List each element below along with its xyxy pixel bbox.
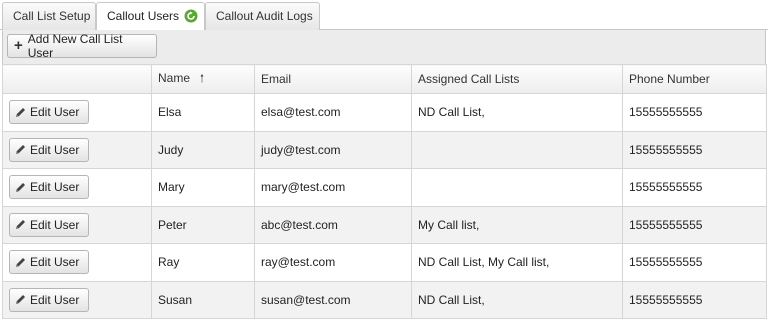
assigned-call-lists-cell: ND Call List, My Call list, xyxy=(411,243,623,282)
edit-user-label: Edit User xyxy=(30,180,80,195)
email-cell: elsa@test.com xyxy=(254,93,412,132)
column-header-phone-number[interactable]: Phone Number xyxy=(622,64,767,94)
edit-user-button[interactable]: Edit User xyxy=(9,287,89,312)
phone-number-cell: 15555555555 xyxy=(622,280,767,319)
assigned-call-lists-cell: ND Call List, xyxy=(411,93,623,132)
actions-cell: Edit User xyxy=(2,243,152,282)
actions-cell: Edit User xyxy=(2,280,152,319)
phone-number-cell: 15555555555 xyxy=(622,130,767,169)
email-cell: ray@test.com xyxy=(254,243,412,282)
sort-ascending-icon: 🠑 xyxy=(200,72,205,85)
name-cell: Ray xyxy=(151,243,255,282)
users-table: Name 🠑 Email Assigned Call Lists Phone Nu… xyxy=(2,64,767,319)
edit-user-label: Edit User xyxy=(30,105,80,120)
actions-cell: Edit User xyxy=(2,168,152,207)
add-new-call-list-user-button[interactable]: + Add New Call List User xyxy=(7,32,157,60)
name-cell: Susan xyxy=(151,280,255,319)
plus-icon: + xyxy=(14,37,23,54)
assigned-call-lists-cell: ND Call List, xyxy=(411,280,623,319)
assigned-call-lists-cell xyxy=(411,168,623,207)
column-header-assigned-call-lists[interactable]: Assigned Call Lists xyxy=(411,64,623,94)
phone-number-cell: 15555555555 xyxy=(622,205,767,244)
phone-number-cell: 15555555555 xyxy=(622,93,767,132)
add-button-label: Add New Call List User xyxy=(27,32,123,60)
tab-call-list-setup[interactable]: Call List Setup xyxy=(2,2,96,30)
table-row: Edit User Ray ray@test.com ND Call List, My… xyxy=(2,243,767,282)
name-cell: Peter xyxy=(151,205,255,244)
tab-label: Callout Audit Logs xyxy=(216,9,313,23)
tab-bar: Call List Setup Callout Users Callout Au… xyxy=(0,0,768,31)
table-row: Edit User Susan susan@test.com ND Call List… xyxy=(2,280,767,319)
pencil-icon xyxy=(16,145,25,155)
table-row: Edit User Mary mary@test.com 15555555555 xyxy=(2,168,767,207)
table-row: Edit User Judy judy@test.com 15555555555 xyxy=(2,130,767,169)
table-row: Edit User Peter abc@test.com My Call list, 1… xyxy=(2,205,767,244)
edit-user-label: Edit User xyxy=(30,255,80,270)
edit-user-button[interactable]: Edit User xyxy=(9,175,89,200)
column-header-email[interactable]: Email xyxy=(254,64,412,94)
name-cell: Mary xyxy=(151,168,255,207)
pencil-icon xyxy=(16,107,25,117)
phone-number-cell: 15555555555 xyxy=(622,243,767,282)
tab-callout-users[interactable]: Callout Users xyxy=(96,2,205,31)
edit-user-label: Edit User xyxy=(30,292,80,307)
assigned-call-lists-cell xyxy=(411,130,623,169)
edit-user-button[interactable]: Edit User xyxy=(9,137,89,162)
edit-user-button[interactable]: Edit User xyxy=(9,250,89,275)
email-cell: mary@test.com xyxy=(254,168,412,207)
tab-callout-audit-logs[interactable]: Callout Audit Logs xyxy=(205,2,320,30)
actions-cell: Edit User xyxy=(2,93,152,132)
tab-label: Call List Setup xyxy=(13,9,91,23)
email-cell: abc@test.com xyxy=(254,205,412,244)
column-header-label: Name xyxy=(158,70,191,85)
table-header-row: Name 🠑 Email Assigned Call Lists Phone Nu… xyxy=(2,64,767,94)
assigned-call-lists-cell: My Call list, xyxy=(411,205,623,244)
column-header-actions xyxy=(2,64,152,94)
edit-user-button[interactable]: Edit User xyxy=(9,212,89,237)
email-cell: judy@test.com xyxy=(254,130,412,169)
column-header-name[interactable]: Name 🠑 xyxy=(151,64,255,94)
table-row: Edit User Elsa elsa@test.com ND Call List, 1… xyxy=(2,93,767,132)
email-cell: susan@test.com xyxy=(254,280,412,319)
pencil-icon xyxy=(16,220,25,230)
tab-label: Callout Users xyxy=(107,9,180,23)
name-cell: Judy xyxy=(151,130,255,169)
edit-user-button[interactable]: Edit User xyxy=(9,100,89,125)
pencil-icon xyxy=(16,182,25,192)
actions-cell: Edit User xyxy=(2,205,152,244)
name-cell: Elsa xyxy=(151,93,255,132)
pencil-icon xyxy=(16,295,25,305)
actions-cell: Edit User xyxy=(2,130,152,169)
toolbar: + Add New Call List User xyxy=(2,30,766,64)
phone-number-cell: 15555555555 xyxy=(622,168,767,207)
edit-user-label: Edit User xyxy=(30,142,80,157)
pencil-icon xyxy=(16,257,25,267)
refresh-icon[interactable] xyxy=(184,9,198,23)
edit-user-label: Edit User xyxy=(30,217,80,232)
